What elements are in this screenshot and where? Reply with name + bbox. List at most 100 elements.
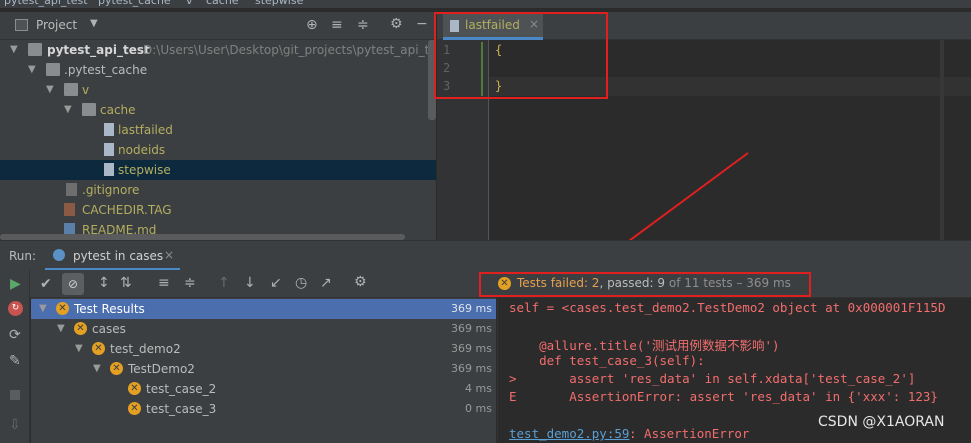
show-ignored-icon[interactable]: ⊘ — [62, 273, 84, 295]
chevron-down-icon[interactable]: ▼ — [90, 18, 98, 29]
failed-icon: ✕ — [128, 382, 141, 395]
result-test-case-3[interactable]: ✕ test_case_3 0 ms — [31, 399, 496, 419]
import-tests-icon[interactable]: ↙ — [270, 275, 282, 291]
console-line: @allure.title('测试用例数据不影响') — [509, 338, 780, 353]
result-label: cases — [92, 322, 126, 336]
folder-icon — [64, 83, 78, 96]
export-icon[interactable]: ↗ — [320, 275, 332, 291]
breadcrumb-item[interactable]: pytest_api_test — [4, 0, 88, 7]
folder-icon — [28, 43, 42, 56]
stop-icon[interactable] — [10, 390, 20, 400]
tree-item-label: pytest_api_test — [47, 43, 150, 57]
run-label: Run: — [9, 249, 37, 263]
sort-duration-icon[interactable]: ⇅ — [120, 275, 132, 291]
result-duration: 0 ms — [465, 402, 492, 415]
result-testdemo2[interactable]: ▼ ✕ TestDemo2 369 ms — [31, 359, 496, 379]
tree-item-stepwise[interactable]: stepwise — [0, 160, 436, 180]
project-tree: ▼ pytest_api_test D:\Users\User\Desktop\… — [0, 40, 436, 240]
expand-all-icon[interactable]: ≡ — [331, 17, 343, 33]
breadcrumb-item[interactable]: cache — [206, 0, 239, 7]
failed-icon: ✕ — [92, 342, 105, 355]
chevron-down-icon[interactable]: ▼ — [10, 40, 18, 60]
sort-alpha-icon[interactable]: ↕ — [98, 275, 110, 291]
chevron-down-icon[interactable]: ▼ — [64, 100, 72, 120]
tree-item-label: CACHEDIR.TAG — [82, 203, 172, 217]
tree-item-pytest-cache[interactable]: ▼ .pytest_cache — [0, 60, 436, 80]
console-line: self = <cases.test_demo2.TestDemo2 objec… — [509, 300, 946, 315]
result-label: TestDemo2 — [128, 362, 195, 376]
run-tool-window-header: Run: pytest in cases × — [0, 240, 971, 271]
locate-icon[interactable]: ⊕ — [306, 17, 318, 33]
folder-icon — [82, 103, 96, 116]
toggle-auto-test-icon[interactable]: ⟳ — [9, 327, 21, 343]
console-line: > assert 'res_data' in self.xdata['test_… — [509, 371, 916, 386]
console-line: : AssertionError — [629, 426, 750, 441]
result-test-demo2[interactable]: ▼ ✕ test_demo2 369 ms — [31, 339, 496, 359]
text-file-icon — [104, 163, 114, 176]
expand-all-icon[interactable]: ≡ — [158, 275, 170, 291]
chevron-down-icon[interactable]: ▼ — [46, 80, 54, 100]
tree-item-label: .gitignore — [82, 183, 140, 197]
rerun-failed-icon[interactable]: ↻ — [8, 301, 23, 316]
tree-item-cache[interactable]: ▼ cache — [0, 100, 436, 120]
gear-icon[interactable]: ⚙ — [354, 274, 367, 290]
tree-item-cachedir-tag[interactable]: CACHEDIR.TAG — [0, 200, 436, 220]
result-label: test_case_2 — [146, 382, 217, 396]
tab-pytest-in-cases[interactable]: pytest in cases × — [45, 241, 180, 271]
breadcrumb-item[interactable]: stepwise — [255, 0, 303, 7]
console-line: E AssertionError: assert 'res_data' in {… — [509, 389, 938, 404]
editor-scrollbar[interactable] — [940, 40, 944, 240]
result-test-case-2[interactable]: ✕ test_case_2 4 ms — [31, 379, 496, 399]
tag-file-icon — [64, 203, 75, 216]
watermark: CSDN @X1AORAN — [818, 414, 945, 430]
rerun-icon[interactable]: ▶ — [10, 276, 21, 292]
breadcrumb-item[interactable]: pytest_cache — [98, 0, 171, 7]
project-icon — [15, 19, 28, 31]
failed-icon: ✕ — [56, 302, 69, 315]
breadcrumb: pytest_api_test pytest_cache v cache ste… — [0, 0, 971, 8]
gitignore-file-icon — [66, 183, 77, 196]
close-icon[interactable]: × — [164, 248, 174, 262]
result-duration: 369 ms — [451, 342, 492, 355]
folder-icon — [46, 63, 60, 76]
tab-label: pytest in cases — [73, 249, 164, 263]
source-link[interactable]: test_demo2.py:59 — [509, 426, 629, 441]
result-cases[interactable]: ▼ ✕ cases 369 ms — [31, 319, 496, 339]
hide-icon[interactable]: − — [416, 16, 428, 32]
chevron-down-icon[interactable]: ▼ — [28, 60, 36, 80]
tree-item-label: lastfailed — [118, 123, 173, 137]
result-duration: 369 ms — [451, 302, 492, 315]
chevron-down-icon[interactable]: ▼ — [93, 359, 101, 379]
previous-failed-icon[interactable]: ↑ — [218, 275, 230, 291]
project-panel-header: Project ▼ ⊕ ≡ ≑ ⚙ − — [0, 12, 436, 40]
run-toolbar: ✔ ⊘ ↕ ⇅ ≡ ≑ ↑ ↓ ↙ ◷ ↗ ⚙ ✕ Tests failed: … — [0, 270, 971, 298]
result-label: test_demo2 — [110, 342, 181, 356]
tree-item-pytest-api-test[interactable]: ▼ pytest_api_test D:\Users\User\Desktop\… — [0, 40, 436, 60]
pin-icon[interactable]: ⇩ — [9, 417, 21, 433]
result-label: Test Results — [74, 302, 145, 316]
tree-item-label: nodeids — [118, 143, 166, 157]
next-failed-icon[interactable]: ↓ — [244, 275, 256, 291]
show-passed-icon[interactable]: ✔ — [40, 276, 52, 292]
annotation-box — [434, 12, 608, 99]
chevron-down-icon[interactable]: ▼ — [57, 319, 65, 339]
result-duration: 4 ms — [465, 382, 492, 395]
chevron-down-icon[interactable]: ▼ — [75, 339, 83, 359]
collapse-all-icon[interactable]: ≑ — [184, 275, 196, 291]
pytest-icon — [53, 249, 65, 261]
history-icon[interactable]: ◷ — [295, 275, 307, 291]
tree-item-gitignore[interactable]: .gitignore — [0, 180, 436, 200]
annotation-box — [479, 272, 811, 297]
breadcrumb-item[interactable]: v — [186, 0, 193, 7]
wrench-icon[interactable]: ✎ — [9, 353, 21, 369]
tree-item-v[interactable]: ▼ v — [0, 80, 436, 100]
tree-item-nodeids[interactable]: nodeids — [0, 140, 436, 160]
gear-icon[interactable]: ⚙ — [390, 16, 403, 32]
result-test-results[interactable]: ▼ ✕ Test Results 369 ms — [31, 299, 496, 319]
collapse-all-icon[interactable]: ≑ — [357, 17, 369, 33]
tree-item-lastfailed[interactable]: lastfailed — [0, 120, 436, 140]
chevron-down-icon[interactable]: ▼ — [39, 299, 47, 319]
project-view-title[interactable]: Project — [36, 18, 77, 32]
text-file-icon — [104, 143, 114, 156]
failed-icon: ✕ — [74, 322, 87, 335]
